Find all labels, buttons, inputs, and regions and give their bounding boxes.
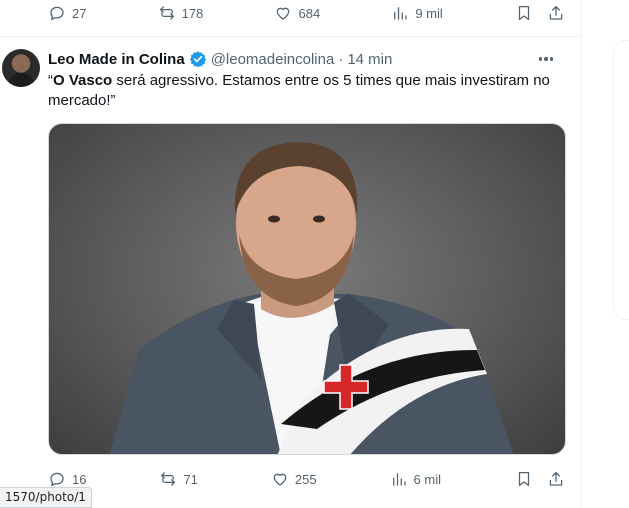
bookmark-icon	[518, 471, 530, 487]
like-icon	[277, 7, 290, 20]
tweet[interactable]: Leo Made in Colina @leomadeincolina · 14…	[0, 37, 582, 508]
more-icon[interactable]	[534, 49, 558, 69]
repost-button[interactable]: 71	[159, 464, 198, 494]
prev-views-count: 9 mil	[415, 5, 443, 21]
repost-icon	[161, 472, 176, 486]
prev-reply-count: 27	[72, 5, 87, 21]
extra-actions	[514, 464, 566, 494]
views-button[interactable]: 6 mil	[390, 464, 441, 494]
prev-views-button[interactable]: 9 mil	[391, 0, 443, 28]
views-icon	[394, 7, 407, 20]
tweet-action-bar: 16 71 255 6 mil	[48, 464, 566, 494]
prev-extra-actions	[514, 0, 566, 28]
timestamp[interactable]: 14 min	[347, 51, 392, 68]
tweet-photo[interactable]	[48, 123, 566, 455]
reply-icon	[50, 6, 64, 21]
tweet-text-rest: será agressivo. Estamos entre os 5 times…	[48, 72, 550, 109]
views-count: 6 mil	[413, 471, 441, 487]
prev-like-button[interactable]: 684	[274, 0, 320, 28]
status-bar-url: 1570/photo/1	[0, 487, 92, 508]
right-rail-card	[613, 40, 629, 320]
timeline: 27 178 684 9 mil Leo Made in Colina @leo…	[0, 0, 582, 508]
prev-repost-button[interactable]: 178	[158, 0, 204, 28]
avatar[interactable]	[2, 49, 40, 87]
like-button[interactable]: 255	[271, 464, 317, 494]
prev-repost-count: 178	[181, 5, 204, 21]
share-icon	[549, 5, 563, 20]
right-rail	[583, 0, 629, 508]
share-icon	[549, 471, 563, 486]
photo-illustration	[109, 142, 514, 454]
prev-like-count: 684	[298, 5, 321, 21]
repost-icon	[159, 6, 174, 20]
prev-reply-button[interactable]: 27	[48, 0, 86, 28]
repost-count: 71	[183, 471, 198, 487]
reply-count: 16	[72, 471, 87, 487]
tweet-text: “O Vasco será agressivo. Estamos entre o…	[48, 71, 568, 111]
like-icon	[273, 473, 287, 486]
prev-share-button[interactable]	[546, 0, 566, 28]
bookmark-icon	[518, 5, 530, 21]
tweet-header: Leo Made in Colina @leomadeincolina · 14…	[48, 49, 392, 69]
separator: ·	[338, 50, 344, 68]
views-icon	[392, 473, 406, 486]
reply-icon	[50, 472, 64, 487]
handle[interactable]: @leomadeincolina	[211, 51, 335, 68]
like-count: 255	[294, 471, 317, 487]
prev-bookmark-button[interactable]	[514, 0, 534, 28]
prev-tweet-action-bar: 27 178 684 9 mil	[48, 0, 566, 28]
bookmark-button[interactable]	[514, 464, 534, 494]
share-button[interactable]	[546, 464, 566, 494]
tweet-text-bold: O Vasco	[53, 72, 113, 89]
display-name[interactable]: Leo Made in Colina	[48, 51, 185, 68]
verified-badge-icon	[189, 50, 207, 68]
